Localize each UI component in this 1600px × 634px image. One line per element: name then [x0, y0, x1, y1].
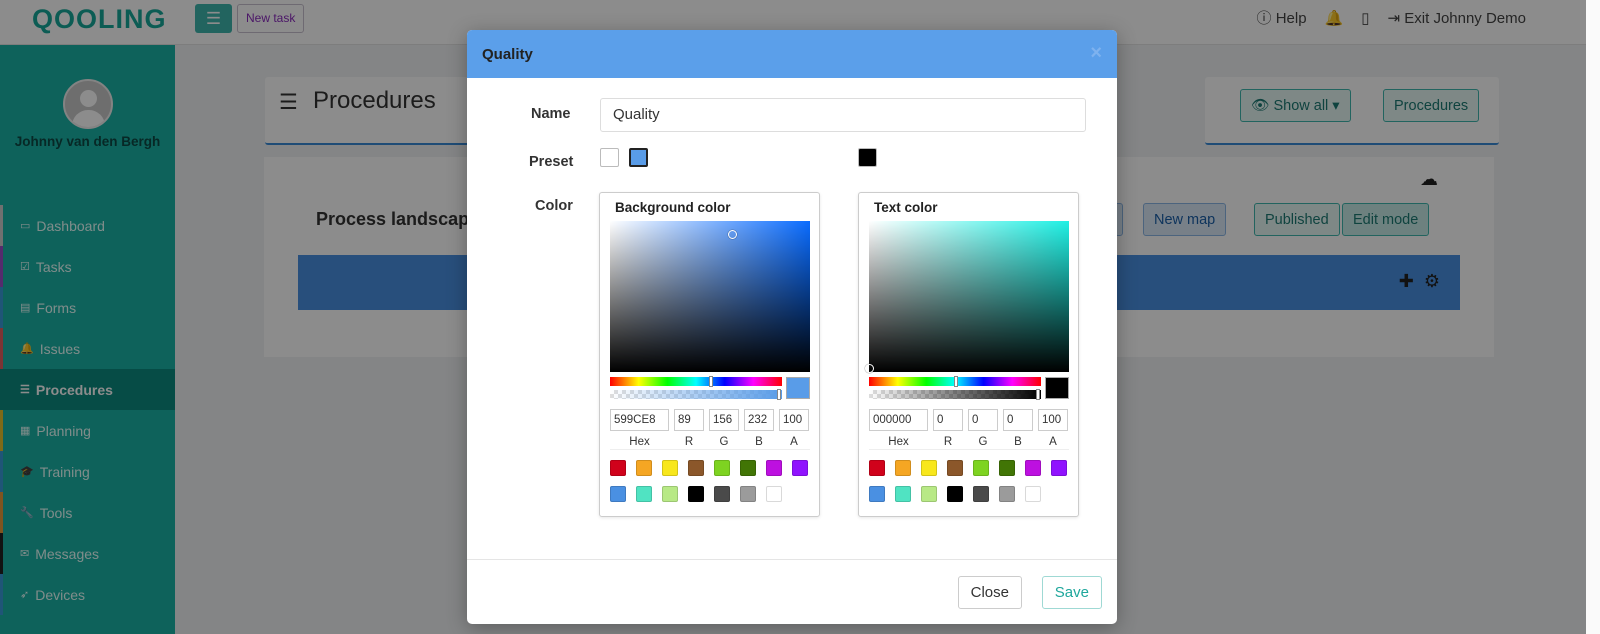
color-swatch[interactable]: [636, 486, 652, 502]
background-color-preview: [786, 377, 810, 399]
close-icon[interactable]: ×: [1090, 42, 1102, 65]
preset-blue[interactable]: [629, 148, 648, 167]
color-swatch[interactable]: [999, 460, 1015, 476]
color-swatch[interactable]: [688, 486, 704, 502]
color-swatch[interactable]: [1025, 486, 1041, 502]
a-label: A: [1049, 436, 1057, 448]
background-g-input[interactable]: 156: [709, 409, 739, 431]
color-swatch[interactable]: [947, 486, 963, 502]
background-swatches: [610, 449, 810, 502]
background-hue-slider[interactable]: [610, 376, 782, 387]
text-color-picker: Text color 000000 Hex 0 R 0 G 0 B 100 A: [858, 192, 1079, 517]
name-label: Name: [531, 106, 571, 122]
color-swatch[interactable]: [662, 486, 678, 502]
color-swatch[interactable]: [610, 460, 626, 476]
background-saturation-area[interactable]: [610, 221, 810, 372]
text-hex-input[interactable]: 000000: [869, 409, 928, 431]
color-swatch[interactable]: [869, 486, 885, 502]
a-label: A: [790, 436, 798, 448]
page-scrollbar[interactable]: [1586, 0, 1600, 634]
modal-header: Quality ×: [467, 30, 1117, 78]
color-swatch[interactable]: [714, 460, 730, 476]
color-swatch[interactable]: [714, 486, 730, 502]
color-swatch[interactable]: [999, 486, 1015, 502]
background-alpha-thumb[interactable]: [777, 389, 781, 400]
background-hue-thumb[interactable]: [709, 376, 713, 387]
text-alpha-slider[interactable]: [869, 389, 1041, 400]
color-swatch[interactable]: [792, 460, 808, 476]
color-swatch[interactable]: [947, 460, 963, 476]
g-label: G: [719, 436, 729, 448]
text-hue-slider[interactable]: [869, 376, 1041, 387]
preset-black[interactable]: [858, 148, 877, 167]
r-label: R: [943, 436, 953, 448]
background-hex-input[interactable]: 599CE8: [610, 409, 669, 431]
color-swatch[interactable]: [688, 460, 704, 476]
color-label: Color: [535, 198, 573, 214]
color-swatch[interactable]: [1025, 460, 1041, 476]
modal-footer: Close Save: [467, 559, 1117, 624]
color-swatch[interactable]: [973, 460, 989, 476]
color-swatch[interactable]: [766, 460, 782, 476]
color-swatch[interactable]: [636, 460, 652, 476]
b-label: B: [755, 436, 763, 448]
r-label: R: [684, 436, 694, 448]
hex-label: Hex: [888, 436, 909, 448]
background-color-picker: Background color 599CE8 Hex 89 R 156 G 232 B…: [599, 192, 820, 517]
background-a-input[interactable]: 100: [779, 409, 809, 431]
color-swatch[interactable]: [610, 486, 626, 502]
background-b-input[interactable]: 232: [744, 409, 774, 431]
text-color-title: Text color: [874, 200, 938, 215]
text-r-input[interactable]: 0: [933, 409, 963, 431]
text-saturation-area[interactable]: [865, 221, 1069, 373]
b-label: B: [1014, 436, 1022, 448]
background-color-title: Background color: [615, 200, 731, 215]
color-swatch[interactable]: [973, 486, 989, 502]
text-swatches: [869, 449, 1069, 502]
color-swatch[interactable]: [895, 460, 911, 476]
color-swatch[interactable]: [921, 460, 937, 476]
text-g-input[interactable]: 0: [968, 409, 998, 431]
hex-label: Hex: [629, 436, 650, 448]
background-saturation-thumb[interactable]: [728, 230, 737, 239]
preset-white[interactable]: [600, 148, 619, 167]
preset-label: Preset: [529, 154, 574, 170]
background-alpha-slider[interactable]: [610, 389, 782, 400]
save-button[interactable]: Save: [1041, 576, 1102, 609]
color-swatch[interactable]: [740, 460, 756, 476]
name-input[interactable]: Quality: [600, 98, 1086, 132]
color-modal: Quality × Name Quality Preset Color Back…: [467, 30, 1117, 624]
text-alpha-thumb[interactable]: [1036, 389, 1040, 400]
text-hue-thumb[interactable]: [954, 376, 958, 387]
close-button[interactable]: Close: [957, 576, 1022, 609]
color-swatch[interactable]: [869, 460, 885, 476]
color-swatch[interactable]: [921, 486, 937, 502]
g-label: G: [978, 436, 988, 448]
color-swatch[interactable]: [1051, 460, 1067, 476]
color-swatch[interactable]: [662, 460, 678, 476]
color-swatch[interactable]: [740, 486, 756, 502]
color-swatch[interactable]: [895, 486, 911, 502]
text-b-input[interactable]: 0: [1003, 409, 1033, 431]
text-saturation-thumb[interactable]: [865, 364, 874, 373]
modal-title: Quality: [482, 45, 533, 63]
text-color-preview: [1045, 377, 1069, 399]
text-a-input[interactable]: 100: [1038, 409, 1068, 431]
color-swatch[interactable]: [766, 486, 782, 502]
background-r-input[interactable]: 89: [674, 409, 704, 431]
